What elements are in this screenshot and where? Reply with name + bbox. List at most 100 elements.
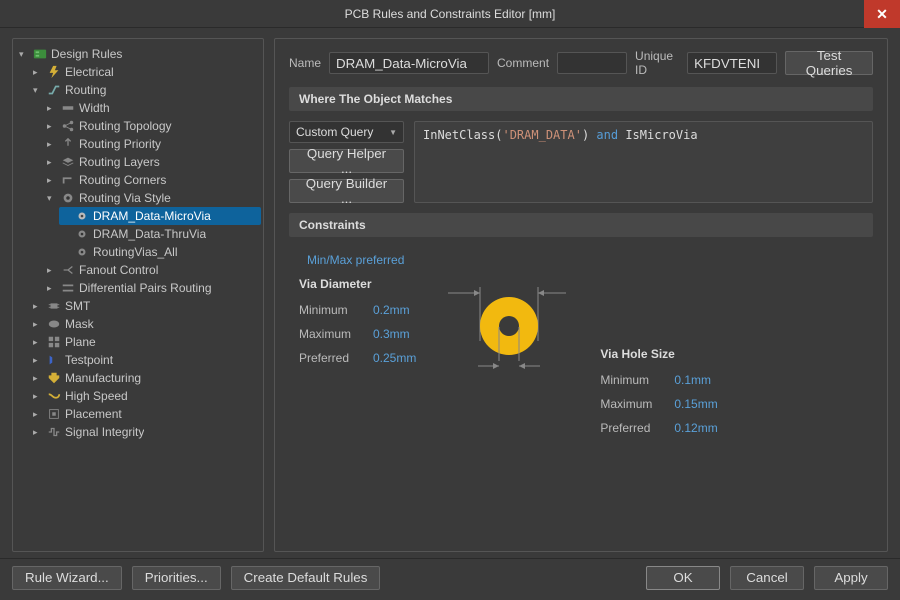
via-style-icon — [61, 191, 75, 205]
rule-icon — [75, 227, 89, 241]
query-area: Custom Query ▼ Query Helper ... Query Bu… — [289, 121, 873, 203]
hole-min-value[interactable]: 0.1mm — [674, 373, 711, 387]
expand-icon: ▸ — [47, 171, 57, 189]
scope-value: Custom Query — [296, 125, 373, 139]
expand-icon: ▸ — [33, 423, 43, 441]
rule-wizard-button[interactable]: Rule Wizard... — [12, 566, 122, 590]
tree-placement[interactable]: ▸Placement — [31, 405, 261, 423]
tree-electrical[interactable]: ▸Electrical — [31, 63, 261, 81]
tree-smt[interactable]: ▸SMT — [31, 297, 261, 315]
expand-icon: ▸ — [33, 387, 43, 405]
tree-routing-priority[interactable]: ▸Routing Priority — [45, 135, 261, 153]
dia-max-value[interactable]: 0.3mm — [373, 327, 410, 341]
query-helper-button[interactable]: Query Helper ... — [289, 149, 404, 173]
rule-editor-panel: Name Comment Unique ID Test Queries Wher… — [274, 38, 888, 552]
mask-icon — [47, 317, 61, 331]
corners-icon — [61, 173, 75, 187]
expand-icon: ▸ — [33, 297, 43, 315]
tree-routing[interactable]: ▾Routing — [31, 81, 261, 99]
cancel-button[interactable]: Cancel — [730, 566, 804, 590]
rule-icon — [75, 209, 89, 223]
layers-icon — [61, 155, 75, 169]
testpoint-icon — [47, 353, 61, 367]
comment-label: Comment — [497, 56, 549, 70]
expand-icon: ▸ — [47, 99, 57, 117]
expand-icon: ▸ — [33, 405, 43, 423]
tree-mask[interactable]: ▸Mask — [31, 315, 261, 333]
expand-icon: ▸ — [47, 261, 57, 279]
manufacturing-icon — [47, 371, 61, 385]
expand-icon: ▸ — [47, 153, 57, 171]
smt-icon — [47, 299, 61, 313]
tree-routing-layers[interactable]: ▸Routing Layers — [45, 153, 261, 171]
diffpairs-icon — [61, 281, 75, 295]
expand-icon: ▸ — [33, 369, 43, 387]
tree-signal-integrity[interactable]: ▸Signal Integrity — [31, 423, 261, 441]
collapse-icon: ▾ — [19, 45, 29, 63]
expand-icon: ▸ — [47, 117, 57, 135]
max-label: Maximum — [600, 397, 664, 411]
rules-tree-panel: ▾ Design Rules ▸Electrical ▾Routing ▸Wid… — [12, 38, 264, 552]
routing-icon — [47, 83, 61, 97]
expand-icon: ▸ — [33, 333, 43, 351]
fanout-icon — [61, 263, 75, 277]
tree-manufacturing[interactable]: ▸Manufacturing — [31, 369, 261, 387]
close-button[interactable]: ✕ — [864, 0, 900, 28]
scope-dropdown[interactable]: Custom Query ▼ — [289, 121, 404, 143]
test-queries-button[interactable]: Test Queries — [785, 51, 873, 75]
chevron-down-icon: ▼ — [389, 128, 397, 137]
dia-pref-value[interactable]: 0.25mm — [373, 351, 416, 365]
rule-icon — [75, 245, 89, 259]
tree-testpoint[interactable]: ▸Testpoint — [31, 351, 261, 369]
expand-icon: ▸ — [33, 315, 43, 333]
create-default-rules-button[interactable]: Create Default Rules — [231, 566, 381, 590]
rules-tree[interactable]: ▾ Design Rules ▸Electrical ▾Routing ▸Wid… — [15, 45, 261, 441]
tree-rule-routingvias-all[interactable]: RoutingVias_All — [59, 243, 261, 261]
expand-icon: ▸ — [47, 279, 57, 297]
hole-pref-value[interactable]: 0.12mm — [674, 421, 717, 435]
electrical-icon — [47, 65, 61, 79]
priority-icon — [61, 137, 75, 151]
query-builder-button[interactable]: Query Builder ... — [289, 179, 404, 203]
tree-routing-via-style[interactable]: ▾Routing Via Style — [45, 189, 261, 207]
via-graphic — [438, 281, 578, 401]
tree-width[interactable]: ▸Width — [45, 99, 261, 117]
query-text-input[interactable]: InNetClass('DRAM_DATA') and IsMicroVia — [414, 121, 873, 203]
tree-diff-pairs[interactable]: ▸Differential Pairs Routing — [45, 279, 261, 297]
tree-plane[interactable]: ▸Plane — [31, 333, 261, 351]
priorities-button[interactable]: Priorities... — [132, 566, 221, 590]
tree-root-design-rules[interactable]: ▾ Design Rules — [17, 45, 261, 63]
uid-label: Unique ID — [635, 49, 679, 77]
name-input[interactable] — [329, 52, 489, 74]
tree-rule-dram-microvia[interactable]: DRAM_Data-MicroVia — [59, 207, 261, 225]
highspeed-icon — [47, 389, 61, 403]
expand-icon: ▸ — [47, 135, 57, 153]
tree-fanout-control[interactable]: ▸Fanout Control — [45, 261, 261, 279]
comment-input[interactable] — [557, 52, 627, 74]
minmax-preferred-link[interactable]: Min/Max preferred — [299, 251, 863, 269]
min-label: Minimum — [299, 303, 363, 317]
tree-high-speed[interactable]: ▸High Speed — [31, 387, 261, 405]
tree-routing-topology[interactable]: ▸Routing Topology — [45, 117, 261, 135]
dia-min-value[interactable]: 0.2mm — [373, 303, 410, 317]
placement-icon — [47, 407, 61, 421]
pref-label: Preferred — [600, 421, 664, 435]
rule-header-row: Name Comment Unique ID Test Queries — [289, 49, 873, 77]
constraints-section-header: Constraints — [289, 213, 873, 237]
tree-routing-corners[interactable]: ▸Routing Corners — [45, 171, 261, 189]
via-hole-column: Via Hole Size Minimum0.1mm Maximum0.15mm… — [600, 347, 717, 435]
dialog-footer: Rule Wizard... Priorities... Create Defa… — [0, 558, 900, 596]
tree-rule-dram-thruvia[interactable]: DRAM_Data-ThruVia — [59, 225, 261, 243]
constraints-body: Min/Max preferred Via Diameter Minimum0.… — [289, 247, 873, 439]
via-diameter-column: Via Diameter Minimum0.2mm Maximum0.3mm P… — [299, 277, 416, 365]
apply-button[interactable]: Apply — [814, 566, 888, 590]
width-icon — [61, 101, 75, 115]
hole-max-value[interactable]: 0.15mm — [674, 397, 717, 411]
match-section-header: Where The Object Matches — [289, 87, 873, 111]
window-title: PCB Rules and Constraints Editor [mm] — [345, 7, 556, 21]
uid-input[interactable] — [687, 52, 777, 74]
rules-root-icon — [33, 47, 47, 61]
ok-button[interactable]: OK — [646, 566, 720, 590]
max-label: Maximum — [299, 327, 363, 341]
si-icon — [47, 425, 61, 439]
